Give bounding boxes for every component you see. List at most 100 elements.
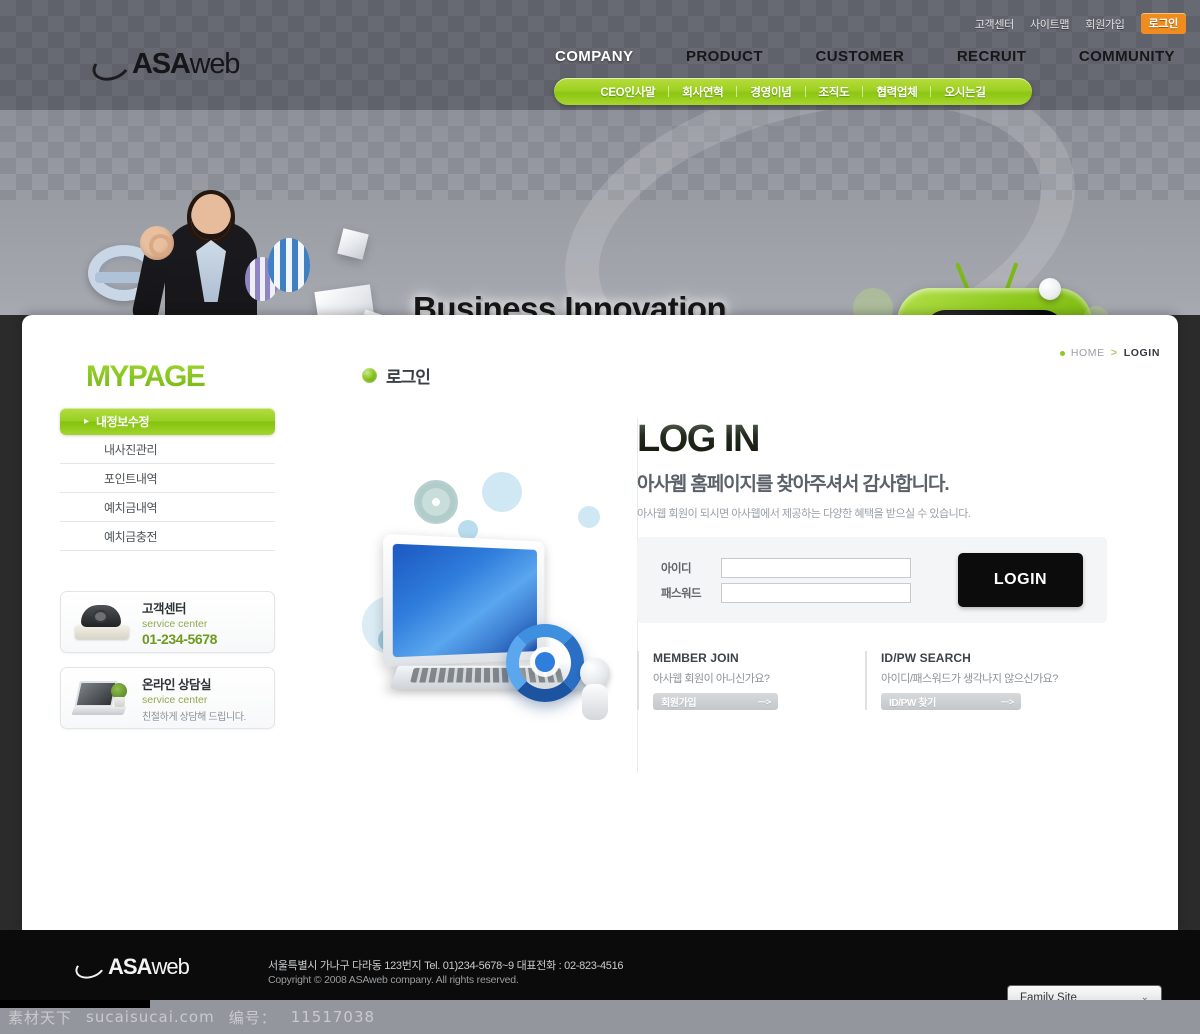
footer-address: 서울특별시 가나구 다라동 123번지 Tel. 01)234-5678~9 대… [268,960,624,972]
password-input[interactable] [721,582,911,603]
login-help-row: MEMBER JOIN 아사웹 회원이 아니신가요? 회원가입 ····> ID… [637,651,1142,710]
sidebar-item-label: 예치금내역 [104,500,158,515]
breadcrumb-home[interactable]: HOME [1071,347,1105,359]
laptop-icon [71,675,133,721]
login-heading: LOG IN [637,418,1142,461]
sidebar-item-deposit-charge[interactable]: 예치금충전 [60,522,275,551]
breadcrumb-current: LOGIN [1123,347,1160,359]
customer-center-text: 고객센터 service center 01-234-5678 [142,598,217,647]
content-panel: HOME > LOGIN MYPAGE 내정보수정 내사진관리 포인트내역 예치… [22,315,1178,930]
watermark-black-block [0,1000,150,1008]
nav-item-company[interactable]: COMPANY [555,48,633,65]
arrow-right-icon: ····> [757,696,771,707]
ok-gesture-hand [140,226,174,260]
breadcrumb-dot-icon [1059,350,1065,356]
page-title-text: 로그인 [386,368,431,387]
sidebar: MYPAGE 내정보수정 내사진관리 포인트내역 예치금내역 예치금충전 [60,360,275,729]
page-title: 로그인 [362,363,1142,388]
breadcrumb: HOME > LOGIN [1059,347,1160,359]
online-consult-subtitle: service center [142,693,208,706]
customer-center-subtitle: service center [142,617,208,630]
id-pw-search-block: ID/PW SEARCH 아이디/패스워드가 생각나지 않으신가요? ID/PW… [865,651,1065,710]
login-subheading: 아사웹 홈페이지를 찾아주셔서 감사합니다. [637,474,950,495]
chevron-right-icon: > [1110,347,1118,359]
sidebar-item-photo-manage[interactable]: 내사진관리 [60,435,275,464]
footer-logo-bold: ASA [108,954,152,979]
subnav-item-philosophy[interactable]: 경영이념 [737,84,804,100]
laptop-graphic [383,533,610,720]
login-id-row: 아이디 [661,557,948,578]
site-footer: ASAweb 서울특별시 가나구 다라동 123번지 Tel. 01)234-5… [0,930,1200,1010]
member-join-button-label: 회원가입 [661,698,697,709]
id-pw-search-button-label: ID/PW 찾기 [889,698,936,709]
main-nav: COMPANY PRODUCT CUSTOMER RECRUIT COMMUNI… [555,48,1175,65]
logo-text-light: web [189,48,241,80]
sidebar-item-edit-info[interactable]: 내정보수정 [60,408,275,435]
subnav-item-ceo[interactable]: CEO인사말 [587,84,668,100]
sidebar-nav: 내정보수정 내사진관리 포인트내역 예치금내역 예치금충전 [60,408,275,551]
sidebar-item-point-history[interactable]: 포인트내역 [60,464,275,493]
nav-item-product[interactable]: PRODUCT [686,48,763,65]
login-fields: 아이디 패스워드 [661,553,948,608]
subnav-item-partners[interactable]: 협력업체 [863,84,930,100]
password-label: 패스워드 [661,587,702,600]
tv-body: NO.1 [897,288,1092,315]
hot-air-balloon-blue [268,238,310,292]
businesswoman-photo [165,194,257,315]
watermark-bar: 素材天下 sucaisucai.com 编号： 11517038 [0,1000,1200,1034]
subnav-item-history[interactable]: 회사연혁 [669,84,736,100]
sidebar-item-label: 내정보수정 [96,415,150,429]
sidebar-item-label: 포인트내역 [104,471,158,486]
telephone-icon [71,599,133,645]
id-input[interactable] [721,557,911,578]
footer-logo[interactable]: ASAweb [75,954,190,980]
ripple-decoration-icon [414,480,458,524]
login-illustration [362,458,652,808]
hero-banner: Business Innovation ASADAL CORE PHILOSOP… [0,110,1200,315]
sidebar-item-label: 예치금충전 [104,529,158,544]
sub-nav: CEO인사말 회사연혁 경영이념 조직도 협력업체 오시는길 [554,78,1032,105]
sidebar-title: MYPAGE [60,360,275,394]
id-pw-search-button[interactable]: ID/PW 찾기 ····> [881,693,1021,710]
site-logo[interactable]: ASAweb [92,48,241,81]
watermark-id-label: 编号： [228,1008,277,1027]
nav-item-recruit[interactable]: RECRUIT [957,48,1026,65]
login-button[interactable]: LOGIN [958,553,1083,607]
decoration-circle [578,506,600,528]
member-join-question: 아사웹 회원이 아니신가요? [653,673,770,685]
logo-text: ASAweb [132,48,241,81]
subnav-item-org-chart[interactable]: 조직도 [806,84,863,100]
nav-item-customer[interactable]: CUSTOMER [815,48,904,65]
member-join-block: MEMBER JOIN 아사웹 회원이 아니신가요? 회원가입 ····> [637,651,837,710]
at-symbol-icon [506,624,584,702]
mascot-top [1039,278,1061,300]
member-join-button[interactable]: 회원가입 ····> [653,693,778,710]
utility-nav: 고객센터 사이트맵 회원가입 로그인 [975,13,1186,34]
sidebar-box-online-consult[interactable]: 온라인 상담실 service center 친절하게 상담해 드립니다. [60,667,275,729]
utility-link-sitemap[interactable]: 사이트맵 [1030,16,1070,32]
nav-item-community[interactable]: COMMUNITY [1079,48,1175,65]
id-label: 아이디 [661,562,692,575]
login-form: 아이디 패스워드 LOGIN [637,537,1107,623]
login-panel: LOG IN 아사웹 홈페이지를 찾아주셔서 감사합니다. 아사웹 회원이 되시… [637,418,1142,710]
sidebar-item-deposit-history[interactable]: 예치금내역 [60,493,275,522]
swoosh-icon [75,958,103,976]
login-section: LOG IN 아사웹 홈페이지를 찾아주셔서 감사합니다. 아사웹 회원이 되시… [362,418,1142,818]
footer-logo-text: ASAweb [108,954,190,980]
utility-link-login[interactable]: 로그인 [1140,13,1186,34]
subnav-item-directions[interactable]: 오시는길 [931,84,998,100]
cube-graphic-small [337,228,369,260]
mascot-character [580,658,610,720]
sidebar-box-customer-center[interactable]: 고객센터 service center 01-234-5678 [60,591,275,653]
bubble-decoration [853,288,893,315]
online-consult-text: 온라인 상담실 service center 친절하게 상담해 드립니다. [142,674,246,723]
watermark-site-cn: 素材天下 [8,1008,73,1027]
watermark-site: sucaisucai.com [86,1008,215,1026]
swoosh-icon [92,54,126,76]
page-title-bullet-icon [362,368,377,383]
utility-link-join[interactable]: 회원가입 [1085,16,1125,32]
utility-link-customer-center[interactable]: 고객센터 [975,16,1015,32]
main-content: 로그인 LOG IN 아사웹 홈페이지를 찾아주셔서 감사합니다. 아사웹 회원… [362,363,1142,773]
arrow-right-icon: ····> [1000,696,1014,707]
logo-text-bold: ASA [132,48,191,80]
